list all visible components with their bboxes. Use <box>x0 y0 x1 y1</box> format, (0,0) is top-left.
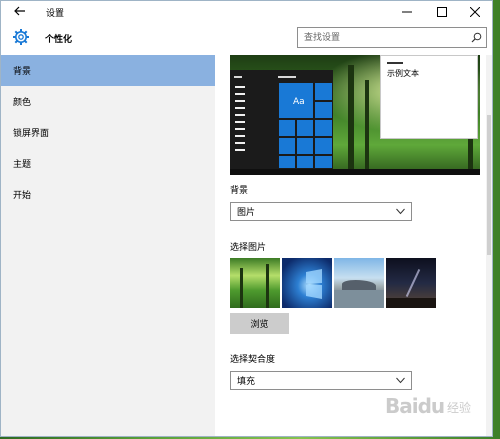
maximize-icon <box>437 7 447 17</box>
preview-taskbar <box>230 169 480 175</box>
picture-thumbnail[interactable] <box>334 258 384 308</box>
preview-list-bar <box>235 86 245 88</box>
preview-list-bar <box>235 142 245 144</box>
close-button[interactable] <box>460 1 490 23</box>
watermark-sub: 经验 <box>447 401 472 415</box>
scrollbar[interactable] <box>486 55 492 436</box>
preview-tile <box>314 101 333 119</box>
preview-list-bar <box>235 107 245 109</box>
preview-list-bar <box>235 135 245 137</box>
sidebar: 背景 颜色 锁屏界面 主题 开始 <box>1 55 215 436</box>
sidebar-item-start[interactable]: 开始 <box>1 179 215 210</box>
preview-start-menu: Aa <box>230 70 333 175</box>
sidebar-item-themes[interactable]: 主题 <box>1 148 215 179</box>
background-dropdown-value: 图片 <box>237 208 256 218</box>
preview-tile <box>278 119 296 137</box>
preview-line <box>234 76 242 78</box>
sidebar-item-background[interactable]: 背景 <box>1 55 215 86</box>
watermark-text: Baidu <box>385 394 445 418</box>
preview-list-bar <box>235 93 245 95</box>
page-header: 个性化 <box>1 23 492 55</box>
preview-tile <box>314 82 333 101</box>
preview-tree <box>365 80 369 175</box>
sidebar-item-label: 开始 <box>13 191 32 201</box>
preview-tile <box>278 137 296 155</box>
preview-list-bar <box>235 100 245 102</box>
chevron-down-icon <box>396 208 405 215</box>
sidebar-item-label: 颜色 <box>13 98 32 108</box>
desktop-preview: Aa 示例文本 <box>230 55 480 175</box>
picture-thumbnail[interactable] <box>230 258 280 308</box>
sidebar-item-label: 背景 <box>13 67 32 77</box>
scrollbar-thumb[interactable] <box>487 115 491 255</box>
page-title: 个性化 <box>45 35 73 45</box>
watermark: Baidu 经验 <box>385 392 480 422</box>
fit-dropdown-value: 填充 <box>237 377 256 387</box>
search-icon[interactable] <box>471 32 482 43</box>
title-bar: 设置 <box>1 1 492 23</box>
close-icon <box>470 7 480 17</box>
background-dropdown[interactable]: 图片 <box>230 202 412 221</box>
preview-tile-label: Aa <box>293 97 305 107</box>
chevron-down-icon <box>396 377 405 384</box>
choose-picture-label: 选择图片 <box>230 243 267 253</box>
preview-list-bar <box>235 114 245 116</box>
minimize-button[interactable] <box>392 1 422 23</box>
window-title: 设置 <box>46 9 65 19</box>
preview-tree <box>348 65 354 175</box>
content-pane: Aa 示例文本 背景 图片 选择图片 浏览 选择契合度 填充 <box>215 55 492 436</box>
settings-window: 设置 个性化 背景 <box>0 0 493 437</box>
preview-list-bar <box>235 128 245 130</box>
gear-icon <box>13 29 29 45</box>
picture-thumbnail[interactable] <box>282 258 332 308</box>
sample-text: 示例文本 <box>387 69 419 78</box>
fit-label: 选择契合度 <box>230 355 276 365</box>
minimize-icon <box>402 11 412 13</box>
background-label: 背景 <box>230 186 249 196</box>
preview-list-bar <box>235 149 245 151</box>
sidebar-item-colors[interactable]: 颜色 <box>1 86 215 117</box>
preview-list-bar <box>235 121 245 123</box>
sidebar-item-label: 主题 <box>13 160 32 170</box>
preview-line <box>278 76 296 78</box>
preview-tile <box>314 155 333 169</box>
sidebar-item-label: 锁屏界面 <box>13 129 50 139</box>
preview-tile <box>314 137 333 155</box>
windows-logo-icon <box>306 269 322 299</box>
back-arrow-icon[interactable] <box>13 4 27 18</box>
picture-thumbnail[interactable] <box>386 258 436 308</box>
preview-tile <box>314 119 333 137</box>
fit-dropdown[interactable]: 填充 <box>230 371 412 390</box>
preview-tile <box>278 155 296 169</box>
sidebar-item-lock-screen[interactable]: 锁屏界面 <box>1 117 215 148</box>
search-box[interactable] <box>297 27 487 48</box>
maximize-button[interactable] <box>427 1 457 23</box>
browse-button[interactable]: 浏览 <box>230 313 289 334</box>
preview-tile <box>296 137 314 155</box>
search-input[interactable] <box>298 28 468 47</box>
preview-sample-window: 示例文本 <box>380 55 478 139</box>
preview-tile <box>296 155 314 169</box>
preview-tile <box>296 119 314 137</box>
sample-title-bar <box>387 62 403 64</box>
